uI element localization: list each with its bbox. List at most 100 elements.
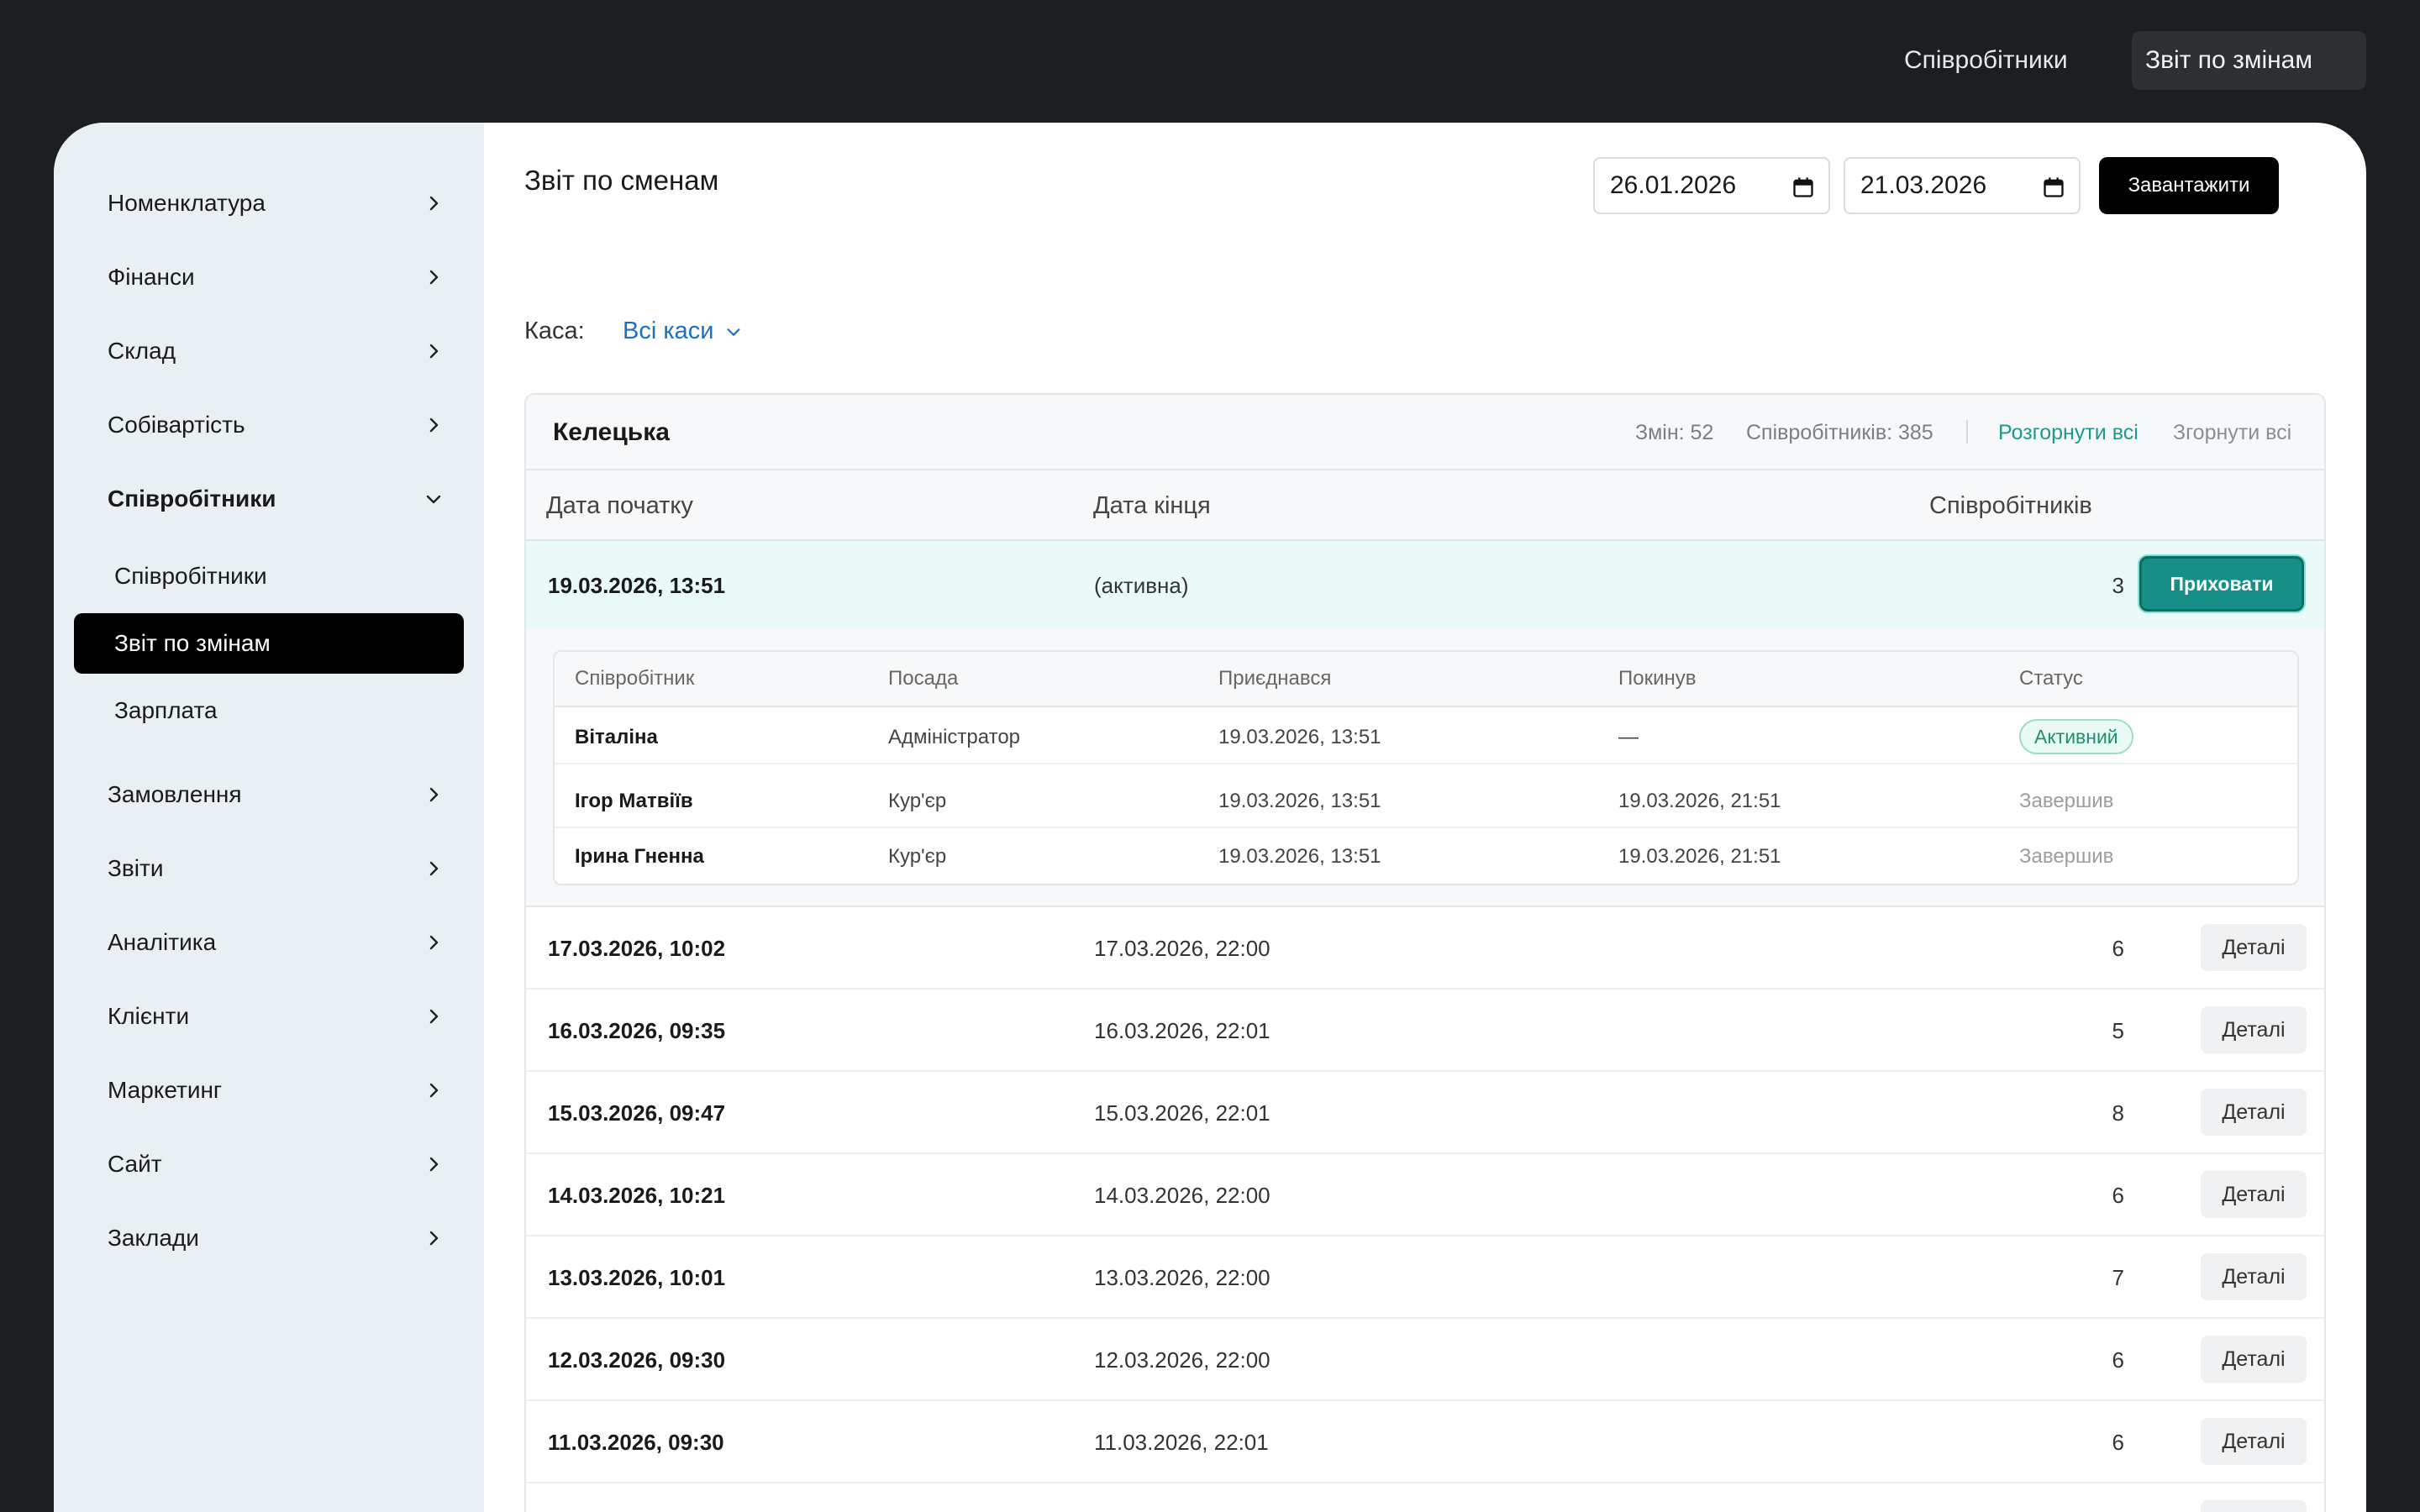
sidebar-item-cost[interactable]: Собівартість [108, 400, 444, 450]
sidebar-item-analytics[interactable]: Аналітика [108, 917, 444, 968]
sidebar-subitem-salary[interactable]: Зарплата [74, 680, 464, 741]
sidebar-subitem-employees[interactable]: Співробітники [74, 546, 464, 606]
details-button[interactable]: Деталі [2201, 1171, 2307, 1218]
sidebar-item-clients[interactable]: Клієнти [108, 991, 444, 1042]
kasa-select[interactable]: Всі каси [623, 318, 743, 345]
status-badge: Активний [2019, 719, 2133, 754]
shift-start: 12.03.2026, 09:30 [548, 1347, 726, 1373]
employee-left: 19.03.2026, 21:51 [1618, 845, 1781, 868]
table-row[interactable]: 14.03.2026, 10:21 14.03.2026, 22:00 6 Де… [526, 1154, 2324, 1236]
topnav-employees-link[interactable]: Співробітники [1891, 31, 2081, 90]
shift-employees-table: Співробітник Посада Приєднався Покинув С… [553, 650, 2299, 885]
details-button[interactable]: Деталі [2201, 1089, 2307, 1136]
sidebar-item-label: Звіти [108, 855, 164, 881]
sidebar-item-reports[interactable]: Звіти [108, 843, 444, 894]
details-button[interactable]: Деталі [2201, 1006, 2307, 1053]
shift-end: 17.03.2026, 22:00 [1094, 936, 1270, 961]
employee-joined: 19.03.2026, 13:51 [1218, 845, 1381, 868]
employees-count: Співробітників: 385 [1746, 421, 1933, 444]
shifts-count: Змін: 52 [1635, 421, 1714, 444]
employee-name: Ігор Матвіїв [575, 790, 693, 812]
employee-role: Адміністратор [888, 726, 1021, 748]
details-button[interactable]: Деталі [2201, 924, 2307, 971]
table-row[interactable]: 11.03.2026, 09:30 11.03.2026, 22:01 6 Де… [526, 1401, 2324, 1483]
shift-employee-count: 3 [2112, 573, 2124, 598]
chevron-right-icon [429, 1157, 439, 1172]
load-button[interactable]: Завантажити [2099, 157, 2279, 214]
sidebar-item-site[interactable]: Сайт [108, 1139, 444, 1189]
column-header-left: Покинув [1618, 667, 1697, 690]
collapse-all-link[interactable]: Згорнути всі [2173, 421, 2291, 445]
sidebar-subitem-shift-report[interactable]: Звіт по змінам [74, 613, 464, 674]
sidebar-item-finance[interactable]: Фінанси [108, 252, 444, 302]
sidebar-item-marketing[interactable]: Маркетинг [108, 1065, 444, 1116]
shift-employee-count: 8 [2112, 1100, 2124, 1126]
sidebar-item-venues[interactable]: Заклади [108, 1213, 444, 1263]
chevron-down-icon [426, 495, 441, 504]
sidebar-item-warehouse[interactable]: Склад [108, 326, 444, 376]
sidebar-item-nomenclature[interactable]: Номенклатура [108, 178, 444, 228]
shift-end: 13.03.2026, 22:00 [1094, 1265, 1270, 1290]
shift-employee-count: 7 [2112, 1265, 2124, 1290]
hide-details-button[interactable]: Приховати [2139, 556, 2304, 612]
table-row[interactable]: 15.03.2026, 09:47 15.03.2026, 22:01 8 Де… [526, 1072, 2324, 1154]
chevron-right-icon [429, 270, 439, 285]
calendar-icon[interactable] [1791, 176, 1815, 199]
shift-start: 13.03.2026, 10:01 [548, 1265, 726, 1290]
employee-name: Ірина Гненна [575, 845, 704, 868]
details-button[interactable]: Деталі [2201, 1253, 2307, 1300]
sidebar: Номенклатура Фінанси Склад Собівартість … [54, 123, 484, 1512]
calendar-icon[interactable] [2042, 176, 2065, 199]
shift-employee-count: 6 [2112, 1183, 2124, 1208]
venue-group-panel: Келецька Змін: 52 Співробітників: 385 Ро… [524, 393, 2326, 1512]
employee-joined: 19.03.2026, 13:51 [1218, 726, 1381, 748]
column-header-employees: Співробітників [1929, 492, 2092, 519]
table-row[interactable]: 12.03.2026, 09:30 12.03.2026, 22:00 6 Де… [526, 1319, 2324, 1401]
shift-employees-header: Співробітник Посада Приєднався Покинув С… [555, 652, 2297, 707]
sidebar-item-employees[interactable]: Співробітники [108, 474, 444, 524]
shift-start: 17.03.2026, 10:02 [548, 936, 726, 961]
table-row[interactable]: 13.03.2026, 10:01 13.03.2026, 22:00 7 Де… [526, 1236, 2324, 1319]
sidebar-item-label: Склад [108, 338, 176, 364]
details-button[interactable] [2201, 1500, 2307, 1512]
table-row-active-shift[interactable]: 19.03.2026, 13:51 (активна) 3 Приховати [526, 541, 2324, 628]
date-to-input[interactable]: 21.03.2026 [1844, 157, 2081, 214]
date-from-value: 26.01.2026 [1610, 171, 1737, 199]
sidebar-item-label: Сайт [108, 1151, 162, 1177]
topnav-shift-report-link[interactable]: Звіт по змінам [2132, 31, 2366, 90]
table-header: Дата початку Дата кінця Співробітників [526, 470, 2324, 541]
shift-details: Співробітник Посада Приєднався Покинув С… [526, 628, 2324, 907]
main-content: Звіт по сменам 26.01.2026 21.03.2026 Зав… [484, 123, 2366, 1512]
chevron-right-icon [429, 1083, 439, 1098]
details-button[interactable]: Деталі [2201, 1336, 2307, 1383]
sidebar-item-label: Аналітика [108, 929, 217, 955]
shift-start: 15.03.2026, 09:47 [548, 1100, 726, 1126]
sidebar-item-label: Фінанси [108, 264, 195, 290]
employee-left: — [1618, 726, 1639, 748]
sidebar-item-label: Клієнти [108, 1003, 190, 1029]
sidebar-item-label: Маркетинг [108, 1077, 223, 1103]
sidebar-item-label: Співробітники [108, 486, 276, 512]
table-row[interactable]: 17.03.2026, 10:02 17.03.2026, 22:00 6 Де… [526, 907, 2324, 990]
date-to-value: 21.03.2026 [1860, 171, 1987, 199]
column-header-joined: Приєднався [1218, 667, 1332, 690]
venue-group-header: Келецька Змін: 52 Співробітників: 385 Ро… [526, 395, 2324, 470]
column-header-employee: Співробітник [575, 667, 695, 690]
shift-start: 16.03.2026, 09:35 [548, 1018, 726, 1043]
chevron-right-icon [429, 417, 439, 433]
table-row[interactable]: 16.03.2026, 09:35 16.03.2026, 22:01 5 Де… [526, 990, 2324, 1072]
chevron-right-icon [429, 861, 439, 876]
sidebar-item-orders[interactable]: Замовлення [108, 769, 444, 820]
expand-all-link[interactable]: Розгорнути всі [1998, 421, 2139, 445]
employee-role: Кур'єр [888, 790, 947, 812]
chevron-down-icon [726, 328, 740, 336]
details-button[interactable]: Деталі [2201, 1418, 2307, 1465]
shift-employee-count: 6 [2112, 1430, 2124, 1455]
date-from-input[interactable]: 26.01.2026 [1593, 157, 1830, 214]
table-row-partial[interactable] [526, 1483, 2324, 1512]
chevron-right-icon [429, 1009, 439, 1024]
shift-employee-count: 6 [2112, 1347, 2124, 1373]
top-bar: Співробітники Звіт по змінам [0, 0, 2420, 123]
sidebar-item-label: Собівартість [108, 412, 245, 438]
shift-end: 16.03.2026, 22:01 [1094, 1018, 1270, 1043]
